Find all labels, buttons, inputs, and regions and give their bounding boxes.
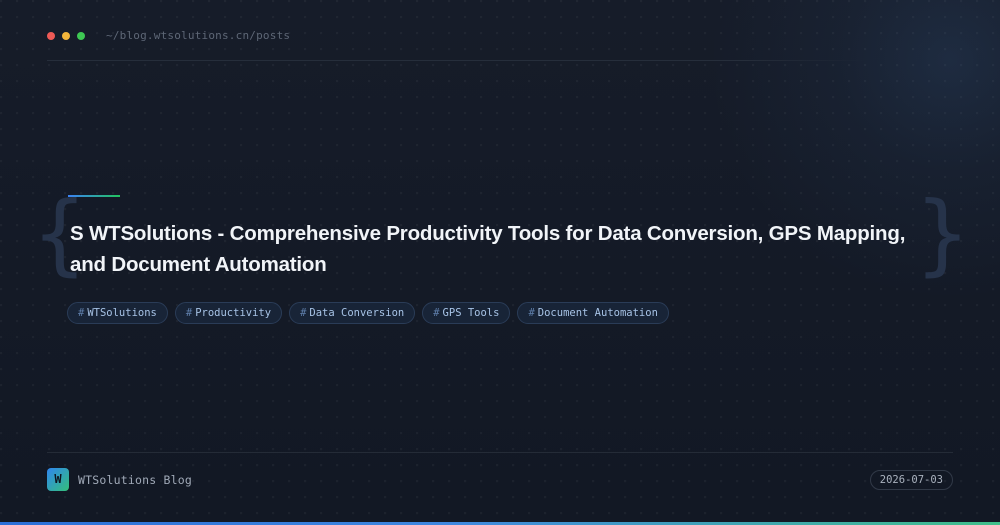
tag-productivity[interactable]: # Productivity (174, 302, 283, 324)
tag-label: Data Conversion (309, 307, 405, 319)
title-accent-line (68, 195, 120, 197)
brand-logo: W (47, 468, 69, 491)
hash-icon: # (78, 307, 85, 319)
tag-label: GPS Tools (442, 307, 500, 319)
post-title: S WTSolutions - Comprehensive Productivi… (70, 222, 906, 276)
header-divider (47, 60, 867, 61)
tag-gps-tools[interactable]: # GPS Tools (422, 302, 511, 324)
hash-icon: # (300, 307, 307, 319)
tag-data-conversion[interactable]: # Data Conversion (289, 302, 416, 324)
brand-name: WTSolutions Blog (78, 473, 192, 487)
hash-icon: # (433, 307, 440, 319)
tag-label: WTSolutions (87, 307, 157, 319)
tag-list: # WTSolutions # Productivity # Data Convers… (67, 302, 669, 324)
minimize-dot-icon (62, 32, 70, 40)
hash-icon: # (528, 307, 535, 319)
post-date-badge: 2026-07-03 (869, 470, 953, 490)
maximize-dot-icon (77, 32, 85, 40)
window-controls (47, 32, 85, 40)
tag-document-automation[interactable]: # Document Automation (517, 302, 669, 324)
tag-label: Document Automation (537, 307, 658, 319)
hash-icon: # (185, 307, 193, 319)
right-brace-icon: } (916, 182, 969, 285)
tag-wtsolutions[interactable]: # WTSolutions (67, 302, 168, 324)
og-card: ~/blog.wtsolutions.cn/posts { } S WTSolu… (0, 0, 1000, 525)
footer-divider (47, 452, 953, 453)
tag-label: Productivity (195, 307, 272, 319)
close-dot-icon (47, 32, 55, 40)
url-path: ~/blog.wtsolutions.cn/posts (106, 29, 291, 42)
